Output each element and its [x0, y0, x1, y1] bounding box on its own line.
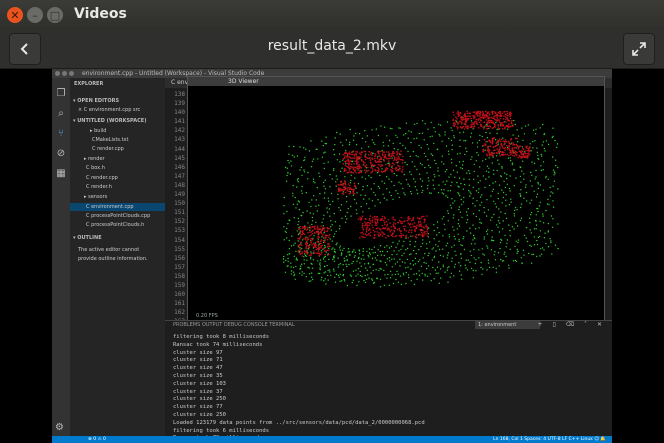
video-player-window: ✕ – □ Videos result_data_2.mkv environme… [0, 0, 664, 443]
line-number: 151 [174, 209, 185, 217]
line-number: 158 [174, 272, 185, 280]
video-file-name: result_data_2.mkv [267, 38, 397, 54]
pcl-3d-viewer: 3D Viewer 0.20 FPS [187, 76, 605, 322]
line-number: 141 [174, 118, 185, 126]
line-number: 142 [174, 127, 185, 135]
terminal-line: cluster size 35 [173, 372, 223, 379]
line-number: 139 [174, 100, 185, 108]
line-number: 143 [174, 136, 185, 144]
files-icon: ❐ [56, 88, 66, 99]
line-number: 149 [174, 191, 185, 199]
extensions-icon: ▦ [56, 168, 66, 179]
terminal-line: Loaded 123179 data points from ../src/se… [173, 419, 425, 426]
explorer-item[interactable]: ▾ OUTLINE [70, 234, 168, 242]
explorer-item[interactable]: ▸ render [70, 155, 179, 163]
line-number: 145 [174, 154, 185, 162]
line-number: 146 [174, 163, 185, 171]
line-number: 148 [174, 181, 185, 189]
explorer-item[interactable]: EXPLORER [70, 80, 169, 88]
minimize-window-icon[interactable]: – [27, 7, 43, 23]
line-number: 150 [174, 200, 185, 208]
fullscreen-icon [632, 42, 646, 56]
title-bar: ✕ – □ Videos [0, 0, 664, 30]
terminal-line: cluster size 103 [173, 380, 226, 387]
terminal-line: cluster size 250 [173, 411, 226, 418]
app-title: Videos [74, 6, 127, 22]
line-number: 155 [174, 245, 185, 253]
terminal-line: Ransac took 74 milliseconds [173, 341, 263, 348]
line-number: 161 [174, 300, 185, 308]
line-number: 162 [174, 309, 185, 317]
panel-icons: + ▯ ⌫ ˄ ✕ [537, 321, 606, 328]
status-info: Ln 168, Col 1 Spaces: 4 UTF-8 LF C++ Lin… [493, 437, 606, 442]
line-number: 154 [174, 236, 185, 244]
line-number: 147 [174, 172, 185, 180]
viewer-title: 3D Viewer [228, 78, 259, 85]
line-number: 157 [174, 263, 185, 271]
fps-label: 0.20 FPS [196, 313, 218, 319]
terminal-line: cluster size 77 [173, 404, 223, 411]
status-problems: ⊗ 0 ⚠ 0 [88, 437, 106, 442]
line-number: 152 [174, 218, 185, 226]
terminal-line: cluster size 250 [173, 396, 226, 403]
terminal-panel: PROBLEMS OUTPUT DEBUG CONSOLE TERMINAL 1… [165, 320, 612, 441]
terminal-selector: 1: environment [475, 321, 540, 329]
search-icon: ⌕ [58, 108, 64, 119]
explorer-item[interactable]: provide outline information. [70, 255, 173, 263]
status-bar: ⊗ 0 ⚠ 0 Ln 168, Col 1 Spaces: 4 UTF-8 LF… [52, 436, 612, 443]
terminal-line: cluster size 47 [173, 365, 223, 372]
terminal-line: filtering took 6 milliseconds [173, 427, 270, 434]
terminal-line: cluster size 71 [173, 357, 223, 364]
terminal-line: cluster size 37 [173, 388, 223, 395]
line-number: 144 [174, 145, 185, 153]
close-window-icon[interactable]: ✕ [7, 7, 23, 23]
explorer-sidebar: EXPLORER ▾ OPEN EDITORS × C environment.cp… [70, 78, 181, 436]
gear-icon: ⚙ [55, 422, 64, 433]
viewer-title-bar: 3D Viewer [188, 77, 604, 86]
fullscreen-button[interactable] [623, 33, 655, 65]
terminal-line: filtering took 8 milliseconds [173, 334, 270, 340]
explorer-item[interactable]: × C environment.cpp src [70, 106, 173, 114]
line-number-gutter: 138 139 140 141 142 143 144 145 146 147 148 149 150 1… [165, 90, 187, 326]
line-number: 160 [174, 291, 185, 299]
terminal-line: cluster size 97 [173, 349, 223, 356]
line-number: 159 [174, 281, 185, 289]
explorer-item[interactable]: ▾ OPEN EDITORS [70, 97, 168, 105]
explorer-item[interactable]: The active editor cannot [70, 246, 173, 254]
video-frame[interactable]: environment.cpp - Untitled (Workspace) -… [52, 69, 612, 443]
header-bar: result_data_2.mkv [0, 30, 664, 69]
source-control-icon: ⑂ [58, 128, 64, 139]
maximize-window-icon[interactable]: □ [47, 7, 63, 23]
vscode-window-dots [55, 71, 74, 76]
line-number: 138 [174, 91, 185, 98]
panel-tabs: PROBLEMS OUTPUT DEBUG CONSOLE TERMINAL [173, 322, 295, 328]
line-number: 140 [174, 109, 185, 117]
line-number: 156 [174, 254, 185, 262]
explorer-item[interactable]: ▸ sensors [70, 193, 179, 201]
line-number: 153 [174, 227, 185, 235]
terminal-output: filtering took 8 milliseconds Ransac took… [173, 334, 425, 443]
explorer-item[interactable]: ▾ UNTITLED (WORKSPACE) [70, 117, 168, 125]
activity-bar: ❐ ⌕ ⑂ ⊘ ▦ [52, 78, 70, 436]
point-cloud-canvas [282, 110, 559, 288]
debug-icon: ⊘ [56, 148, 66, 159]
